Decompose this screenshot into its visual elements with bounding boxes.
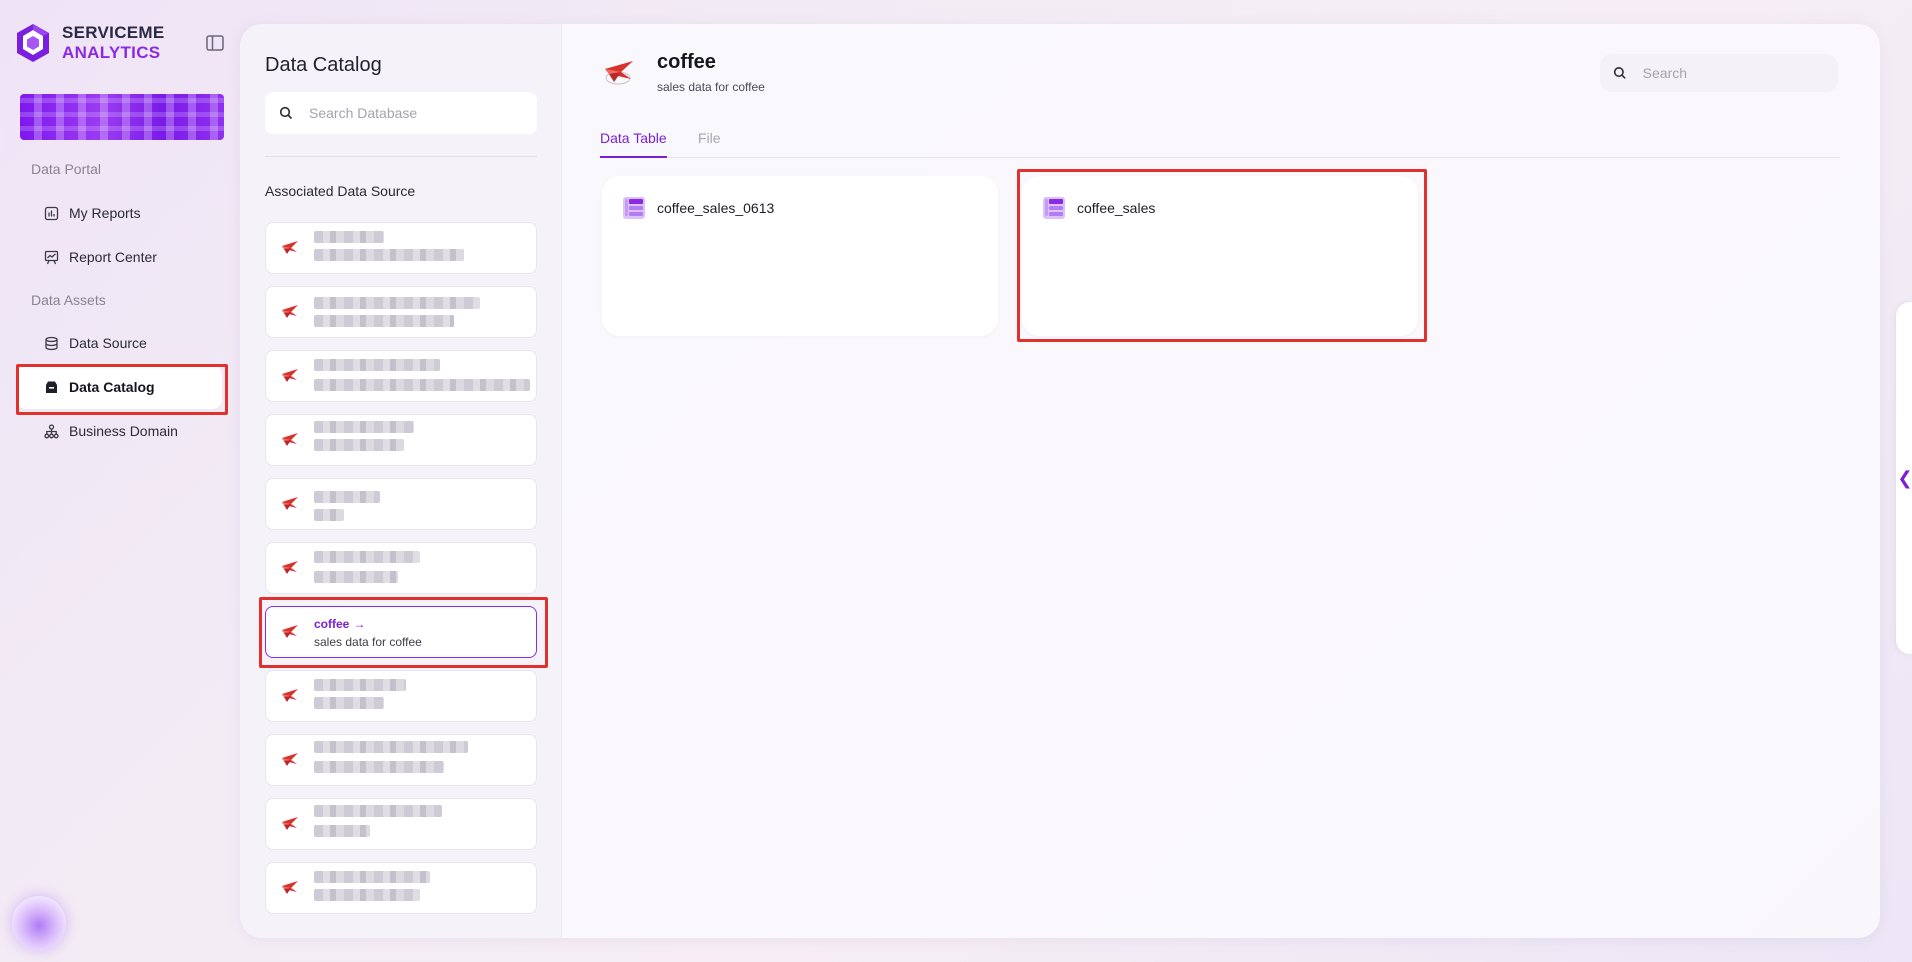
redacted-text	[314, 697, 384, 709]
brand-name-line2: ANALYTICS	[62, 43, 161, 62]
redacted-text	[314, 571, 398, 583]
nav-label: Report Center	[69, 249, 157, 265]
redacted-text	[314, 421, 414, 433]
chevron-left-icon: ❮	[1897, 467, 1912, 488]
report-icon	[43, 205, 59, 221]
associated-data-source-label: Associated Data Source	[265, 183, 416, 199]
table-name: coffee_sales_0613	[657, 200, 775, 216]
redacted-text	[314, 491, 380, 503]
search-icon	[279, 106, 293, 120]
redacted-text	[314, 805, 442, 817]
detail-tabs: Data Table File	[600, 124, 1840, 158]
sidebar-collapse-icon[interactable]	[204, 33, 226, 53]
redacted-text	[314, 231, 384, 243]
data-source-card[interactable]	[265, 478, 537, 530]
sql-server-icon	[282, 753, 298, 766]
catalog-title: Data Catalog	[265, 54, 382, 76]
sidebar: SERVICEME ANALYTICS Data Portal My Repor…	[0, 0, 240, 962]
redacted-text	[314, 509, 344, 521]
data-source-card[interactable]	[265, 222, 537, 274]
data-source-card[interactable]	[265, 734, 537, 786]
table-card-coffee-sales-0613[interactable]: coffee_sales_0613	[602, 176, 998, 336]
data-source-card[interactable]	[265, 414, 537, 466]
sql-server-icon	[282, 561, 298, 574]
table-name: coffee_sales	[1077, 200, 1156, 216]
data-table-icon	[1043, 197, 1065, 219]
nav-item-report-center[interactable]: Report Center	[16, 235, 222, 279]
sql-server-icon	[282, 433, 298, 446]
redacted-text	[314, 379, 530, 391]
data-source-description: sales data for coffee	[314, 635, 422, 649]
redacted-text	[314, 741, 468, 753]
nav-item-data-source[interactable]: Data Source	[16, 321, 222, 365]
search-icon	[1613, 67, 1626, 79]
database-detail: coffee sales data for coffee Data Table …	[562, 24, 1880, 938]
redacted-text	[314, 761, 444, 773]
redacted-text	[314, 359, 440, 371]
user-profile-block[interactable]	[20, 94, 224, 140]
redacted-text	[314, 551, 420, 563]
redacted-text	[314, 249, 464, 261]
data-source-card[interactable]	[265, 542, 537, 594]
brand-name-line1: SERVICEME	[62, 23, 165, 42]
redacted-text	[314, 889, 420, 901]
catalog-icon	[43, 379, 59, 395]
data-source-card[interactable]	[265, 286, 537, 338]
nav-item-data-catalog[interactable]: Data Catalog	[16, 365, 222, 409]
data-source-card[interactable]	[265, 862, 537, 914]
redacted-text	[314, 871, 430, 883]
sql-server-icon	[282, 369, 298, 382]
data-source-card[interactable]	[265, 350, 537, 402]
redacted-text	[314, 679, 406, 691]
sql-server-icon	[605, 61, 633, 85]
brand[interactable]: SERVICEME ANALYTICS	[14, 22, 165, 64]
tab-file[interactable]: File	[698, 130, 721, 156]
nav-item-my-reports[interactable]: My Reports	[16, 191, 222, 235]
table-search-box[interactable]	[1600, 54, 1838, 92]
database-icon	[43, 335, 59, 351]
table-search-input[interactable]	[1642, 65, 1838, 81]
database-search-box[interactable]	[265, 92, 537, 134]
arrow-right-icon: →	[353, 617, 366, 631]
database-search-input[interactable]	[309, 105, 509, 121]
data-source-card-coffee[interactable]: coffee → sales data for coffee	[265, 606, 537, 658]
data-table-icon	[623, 197, 645, 219]
main-panel: Data Catalog Associated Data Source	[240, 24, 1880, 938]
catalog-column: Data Catalog Associated Data Source	[240, 24, 562, 938]
nav-section-data-assets: Data Assets	[31, 292, 106, 308]
tab-data-table[interactable]: Data Table	[600, 130, 667, 158]
brand-logo-icon	[17, 24, 49, 62]
sql-server-icon	[282, 305, 298, 318]
chart-board-icon	[43, 249, 59, 265]
sql-server-icon	[282, 881, 298, 894]
sql-server-icon	[282, 689, 298, 702]
table-card-coffee-sales[interactable]: coffee_sales	[1022, 176, 1418, 336]
redacted-text	[314, 315, 454, 327]
database-subtitle: sales data for coffee	[657, 80, 765, 94]
database-title: coffee	[657, 51, 716, 73]
redacted-text	[314, 439, 404, 451]
redacted-text	[314, 825, 370, 837]
redacted-text	[314, 297, 480, 309]
sql-server-icon	[282, 817, 298, 830]
divider	[265, 156, 537, 157]
sql-server-icon	[282, 241, 298, 254]
nav-label: Data Catalog	[69, 379, 155, 395]
hierarchy-icon	[43, 423, 59, 439]
sql-server-icon	[282, 625, 298, 638]
data-source-card[interactable]	[265, 670, 537, 722]
sql-server-icon	[282, 497, 298, 510]
nav-label: My Reports	[69, 205, 141, 221]
side-panel-toggle[interactable]: ❮	[1896, 302, 1912, 654]
ai-assistant-orb[interactable]	[12, 896, 66, 950]
data-source-card[interactable]	[265, 798, 537, 850]
data-source-name: coffee	[314, 617, 350, 631]
nav-section-data-portal: Data Portal	[31, 161, 102, 177]
nav-label: Data Source	[69, 335, 147, 351]
nav-label: Business Domain	[69, 423, 178, 439]
nav-item-business-domain[interactable]: Business Domain	[16, 409, 222, 453]
